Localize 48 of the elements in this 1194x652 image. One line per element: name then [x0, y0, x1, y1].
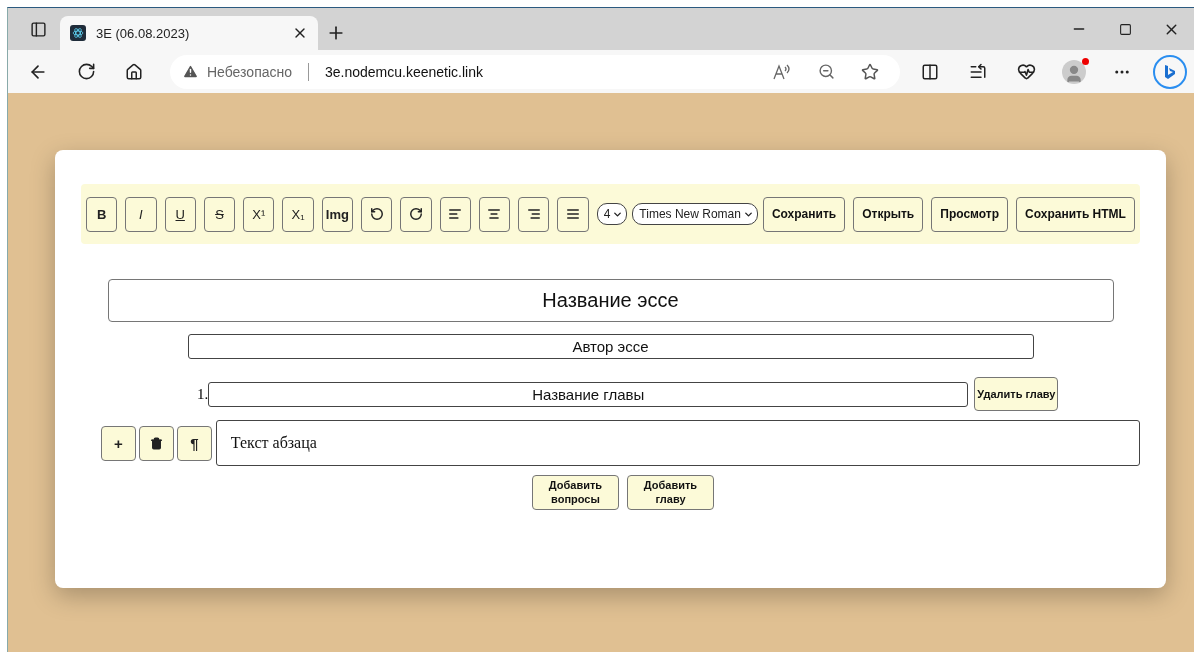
format-button[interactable]: U — [164, 196, 196, 232]
format-button[interactable]: X₁ — [282, 196, 314, 232]
delete-chapter-button[interactable]: Удалить главу — [974, 377, 1059, 411]
align-center-button[interactable] — [478, 196, 511, 232]
justify-icon — [566, 207, 580, 221]
justify-button[interactable] — [557, 196, 589, 232]
align-right-button[interactable] — [518, 196, 550, 232]
browser-tab[interactable]: 3E (06.08.2023) — [60, 16, 318, 50]
align-left-icon — [448, 207, 463, 221]
toolbar-action-button[interactable]: Сохранить HTML — [1016, 196, 1135, 232]
author-field[interactable]: Автор эссе — [187, 334, 1034, 359]
redo-button[interactable] — [400, 196, 432, 232]
format-button[interactable]: I — [125, 196, 157, 232]
align-left-button[interactable] — [439, 196, 471, 232]
copilot-icon[interactable] — [1153, 54, 1187, 89]
tab-title: 3E (06.08.2023) — [96, 25, 191, 41]
align-right-icon — [526, 207, 541, 221]
paragraph-style-button[interactable]: ¶ — [176, 425, 212, 461]
add-paragraph-button[interactable]: + — [101, 425, 136, 461]
undo-button[interactable] — [360, 196, 393, 232]
format-button[interactable]: B — [86, 196, 118, 232]
align-center-icon — [487, 207, 502, 221]
security-label: Небезопасно — [207, 63, 292, 80]
essay-title-field[interactable]: Название эссе — [107, 279, 1114, 322]
profile-icon[interactable] — [1062, 59, 1086, 84]
address-bar[interactable]: Небезопасно 3e.nodemcu.keenetic.link — [170, 54, 900, 89]
chapter-number: 1. — [197, 385, 209, 403]
url-text: 3e.nodemcu.keenetic.link — [325, 63, 484, 80]
delete-paragraph-button[interactable] — [138, 425, 174, 461]
trash-icon — [149, 436, 163, 450]
format-button[interactable]: Img — [321, 196, 353, 232]
redo-icon — [408, 207, 423, 221]
format-button[interactable]: X¹ — [243, 196, 275, 232]
font-size-select[interactable]: 4 — [596, 203, 628, 225]
add-button[interactable]: Добавить вопросы — [532, 475, 619, 510]
paragraph-text-field[interactable]: Текст абзаца — [215, 420, 1140, 466]
select-value: 4 — [603, 207, 611, 221]
chapter-title-field[interactable]: Название главы — [208, 381, 969, 407]
undo-icon — [369, 207, 384, 221]
warning-icon — [182, 63, 199, 80]
react-logo-icon — [70, 25, 86, 41]
toolbar-action-button[interactable]: Сохранить — [762, 196, 846, 232]
font-family-select[interactable]: Times New Roman — [632, 203, 758, 225]
toolbar-action-button[interactable]: Открыть — [853, 196, 924, 232]
select-value: Times New Roman — [639, 207, 741, 221]
add-button[interactable]: Добавить главу — [627, 475, 714, 510]
toolbar-action-button[interactable]: Просмотр — [931, 196, 1008, 232]
format-button[interactable]: S — [203, 196, 236, 232]
